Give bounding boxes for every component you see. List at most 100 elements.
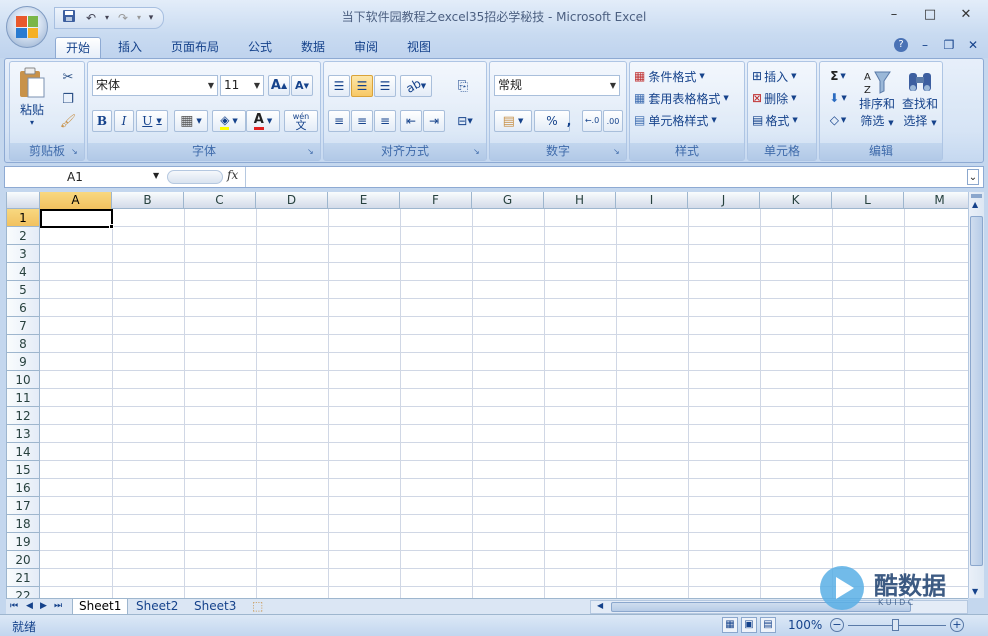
select-all-corner[interactable] bbox=[7, 192, 40, 209]
scroll-left-icon[interactable]: ◀ bbox=[597, 601, 603, 610]
zoom-thumb[interactable] bbox=[892, 619, 899, 631]
insert-cells-button[interactable]: ⊞ 插入 ▼ bbox=[752, 66, 814, 86]
underline-button[interactable]: U ▼ bbox=[136, 110, 168, 132]
phonetic-button[interactable]: wén 文 bbox=[284, 110, 318, 132]
sheet-tab-3[interactable]: Sheet3 bbox=[188, 599, 242, 615]
close-button[interactable]: ✕ bbox=[952, 4, 980, 26]
alignment-launcher-icon[interactable]: ↘ bbox=[473, 147, 483, 157]
accounting-format-button[interactable]: ▤ ▼ bbox=[494, 110, 532, 132]
row-header[interactable]: 2 bbox=[7, 227, 40, 245]
orientation-button[interactable]: ab ▼ bbox=[400, 75, 432, 97]
tab-home[interactable]: 开始 bbox=[55, 37, 102, 58]
row-header[interactable]: 13 bbox=[7, 425, 40, 443]
italic-button[interactable]: I bbox=[114, 110, 134, 132]
conditional-formatting-button[interactable]: ▦ 条件格式 ▼ bbox=[634, 66, 742, 86]
next-sheet-icon[interactable]: ▶ bbox=[40, 599, 47, 614]
sheet-tab-1[interactable]: Sheet1 bbox=[72, 599, 129, 615]
number-launcher-icon[interactable]: ↘ bbox=[613, 147, 623, 157]
font-name-select[interactable]: 宋体 ▼ bbox=[92, 75, 218, 96]
page-break-view-icon[interactable]: ▤ bbox=[760, 617, 776, 633]
format-painter-button[interactable]: 🖌 bbox=[58, 112, 78, 130]
workbook-minimize-button[interactable]: – bbox=[918, 38, 932, 52]
align-top-button[interactable]: ☰ bbox=[328, 75, 350, 97]
tab-insert[interactable]: 插入 bbox=[108, 37, 152, 58]
minimize-button[interactable]: – bbox=[880, 4, 908, 26]
row-header[interactable]: 14 bbox=[7, 443, 40, 461]
maximize-button[interactable]: □ bbox=[916, 4, 944, 26]
format-as-table-button[interactable]: ▦ 套用表格格式 ▼ bbox=[634, 88, 742, 108]
row-header[interactable]: 1 bbox=[7, 209, 40, 227]
align-middle-button[interactable]: ☰ bbox=[351, 75, 373, 97]
row-header[interactable]: 16 bbox=[7, 479, 40, 497]
name-box[interactable]: A1 bbox=[7, 168, 167, 186]
font-launcher-icon[interactable]: ↘ bbox=[307, 147, 317, 157]
insert-sheet-button[interactable]: ⬚ bbox=[246, 599, 269, 615]
clear-button[interactable]: ◇ ▼ bbox=[824, 110, 852, 130]
row-header[interactable]: 12 bbox=[7, 407, 40, 425]
row-header[interactable]: 18 bbox=[7, 515, 40, 533]
scroll-down-icon[interactable]: ▼ bbox=[972, 587, 978, 596]
format-cells-button[interactable]: ▤ 格式 ▼ bbox=[752, 110, 814, 130]
font-size-select[interactable]: 11 ▼ bbox=[220, 75, 264, 96]
prev-sheet-icon[interactable]: ◀ bbox=[26, 599, 33, 614]
column-header[interactable]: E bbox=[328, 192, 400, 209]
bold-button[interactable]: B bbox=[92, 110, 112, 132]
row-header[interactable]: 6 bbox=[7, 299, 40, 317]
page-layout-view-icon[interactable]: ▣ bbox=[741, 617, 757, 633]
zoom-in-icon[interactable]: + bbox=[950, 618, 964, 632]
column-header[interactable]: H bbox=[544, 192, 616, 209]
column-header[interactable]: I bbox=[616, 192, 688, 209]
decrease-indent-button[interactable]: ⇤ bbox=[400, 110, 422, 132]
column-header[interactable]: D bbox=[256, 192, 328, 209]
column-header[interactable]: M bbox=[904, 192, 968, 209]
formula-input[interactable] bbox=[245, 167, 965, 187]
copy-button[interactable]: ❐ bbox=[58, 90, 78, 108]
font-color-button[interactable]: A ▼ bbox=[246, 110, 280, 132]
help-icon[interactable]: ? bbox=[894, 38, 908, 52]
column-header[interactable]: K bbox=[760, 192, 832, 209]
increase-decimal-button[interactable]: ←.0 bbox=[582, 110, 602, 132]
autosum-button[interactable]: Σ ▼ bbox=[824, 66, 852, 86]
zoom-out-icon[interactable]: − bbox=[830, 618, 844, 632]
shrink-font-button[interactable]: A ▼ bbox=[291, 75, 313, 96]
row-header[interactable]: 22 bbox=[7, 587, 40, 598]
paste-button[interactable]: 粘贴 ▾ bbox=[14, 64, 50, 130]
column-header[interactable]: F bbox=[400, 192, 472, 209]
split-box-icon[interactable] bbox=[971, 194, 982, 198]
cell-styles-button[interactable]: ▤ 单元格样式 ▼ bbox=[634, 110, 742, 130]
clipboard-launcher-icon[interactable]: ↘ bbox=[71, 147, 81, 157]
row-header[interactable]: 19 bbox=[7, 533, 40, 551]
cut-button[interactable]: ✂ bbox=[58, 68, 78, 86]
row-header[interactable]: 5 bbox=[7, 281, 40, 299]
first-sheet-icon[interactable]: ⏮ bbox=[10, 599, 18, 614]
insert-function-icon[interactable]: fx bbox=[227, 168, 238, 182]
align-right-button[interactable]: ≡ bbox=[374, 110, 396, 132]
vertical-scroll-thumb[interactable] bbox=[970, 216, 983, 566]
name-box-dropdown-icon[interactable]: ▼ bbox=[153, 171, 159, 180]
align-bottom-button[interactable]: ☰ bbox=[374, 75, 396, 97]
workbook-close-button[interactable]: ✕ bbox=[966, 38, 980, 52]
number-format-select[interactable]: 常规 ▼ bbox=[494, 75, 620, 96]
scroll-up-icon[interactable]: ▲ bbox=[972, 200, 978, 209]
zoom-level[interactable]: 100% bbox=[788, 618, 822, 632]
align-center-button[interactable]: ≡ bbox=[351, 110, 373, 132]
tab-view[interactable]: 视图 bbox=[397, 37, 441, 58]
row-header[interactable]: 11 bbox=[7, 389, 40, 407]
worksheet-grid[interactable]: A B C D E F G H I J K L M 1 2 3 4 5 6 7 8 9 10 11 12 13 14 15 16 17 18… bbox=[6, 192, 968, 598]
column-header[interactable]: A bbox=[40, 192, 112, 209]
row-header[interactable]: 15 bbox=[7, 461, 40, 479]
zoom-slider[interactable]: − + bbox=[830, 618, 966, 633]
formula-splitter[interactable] bbox=[167, 170, 223, 184]
row-header[interactable]: 3 bbox=[7, 245, 40, 263]
row-header[interactable]: 7 bbox=[7, 317, 40, 335]
find-select-button[interactable]: 查找和 选择 ▼ bbox=[900, 64, 940, 134]
expand-formula-bar-icon[interactable]: ⌄ bbox=[967, 169, 979, 185]
tab-formulas[interactable]: 公式 bbox=[238, 37, 282, 58]
row-header[interactable]: 8 bbox=[7, 335, 40, 353]
sheet-tab-2[interactable]: Sheet2 bbox=[130, 599, 184, 615]
row-header[interactable]: 21 bbox=[7, 569, 40, 587]
fill-button[interactable]: ⬇ ▼ bbox=[824, 88, 852, 108]
row-header[interactable]: 10 bbox=[7, 371, 40, 389]
vertical-scrollbar[interactable]: ▲ ▼ bbox=[968, 192, 984, 598]
normal-view-icon[interactable]: ▦ bbox=[722, 617, 738, 633]
